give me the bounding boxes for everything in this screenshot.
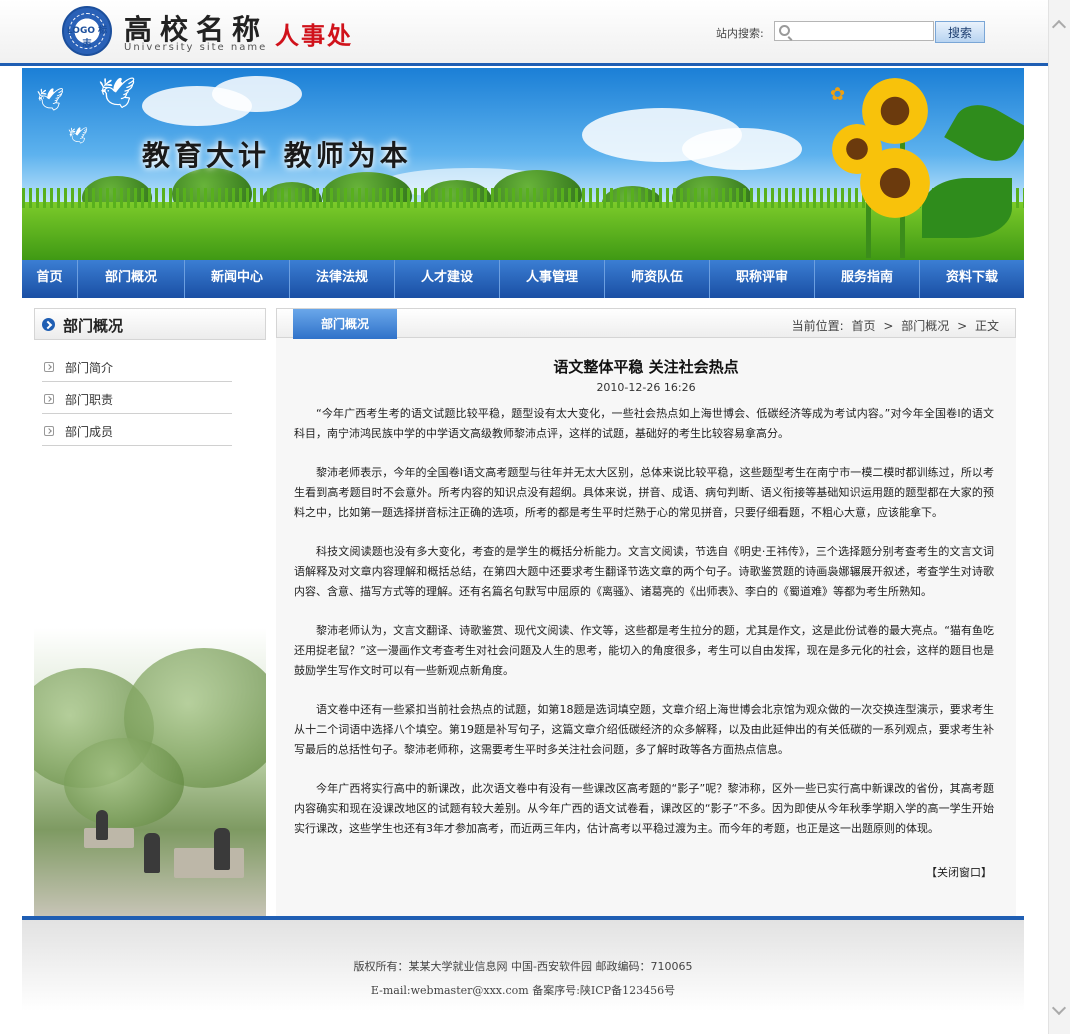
site-header: LOGO 标志 高校名称 University site name 人事处 站内… <box>0 0 1048 64</box>
nav-item-news[interactable]: 新闻中心 <box>185 260 290 298</box>
breadcrumb-prefix: 当前位置: <box>791 319 844 333</box>
leaf <box>922 178 1012 238</box>
nav-item-faculty[interactable]: 师资队伍 <box>605 260 710 298</box>
article-paragraph: “今年广西考生考的语文试题比较平稳，题型设有太大变化，一些社会热点如上海世博会、… <box>294 407 994 440</box>
article-paragraph: 黎沛老师表示，今年的全国卷Ⅰ语文高考题型与往年并无太大区别，总体来说比较平稳，这… <box>294 466 994 519</box>
search-box[interactable] <box>774 21 934 41</box>
sidebar-item-label: 部门职责 <box>65 393 114 407</box>
nav-item-service-guide[interactable]: 服务指南 <box>815 260 920 298</box>
nav-item-dept-overview[interactable]: 部门概况 <box>78 260 185 298</box>
article-paragraph: 今年广西将实行高中的新课改，此次语文卷中有没有一些课改区高考题的“影子”呢？黎沛… <box>294 782 994 835</box>
breadcrumb-separator: > <box>957 319 968 333</box>
logo-seal-text: LOGO 标志 <box>66 26 108 49</box>
dove-icon: 🕊 <box>36 88 64 113</box>
breadcrumb-bar: 部门概况 当前位置: 首页 > 部门概况 > 正文 <box>276 308 1016 339</box>
breadcrumb: 当前位置: 首页 > 部门概况 > 正文 <box>790 317 1001 334</box>
scroll-up-icon[interactable] <box>1051 19 1067 35</box>
article-body: “今年广西考生考的语文试题比较平稳，题型设有太大变化，一些社会热点如上海世博会、… <box>294 404 994 858</box>
arrow-box-icon <box>44 394 54 404</box>
dove-icon: 🕊 <box>68 126 89 145</box>
close-window-link[interactable]: 【关闭窗口】 <box>926 864 992 880</box>
circle-arrow-icon <box>42 318 55 331</box>
breadcrumb-current: 正文 <box>974 319 999 333</box>
search-button[interactable]: 搜索 <box>935 21 985 43</box>
arrow-box-icon <box>44 362 54 372</box>
article-title: 语文整体平稳 关注社会热点 <box>553 358 739 376</box>
breadcrumb-separator: > <box>883 319 894 333</box>
sidebar: 部门概况 部门简介 部门职责 部门成员 <box>34 308 266 916</box>
search-icon <box>779 25 790 36</box>
nav-item-downloads[interactable]: 资料下载 <box>920 260 1024 298</box>
person <box>96 810 108 840</box>
banner-image: 🕊 🕊 🕊 ✿ 教育大计 教师为本 <box>22 68 1024 260</box>
nav-item-laws[interactable]: 法律法规 <box>290 260 395 298</box>
footer-copyright: 版权所有：某某大学就业信息网 中国-西安软件园 邮政编码：710065 <box>353 960 693 973</box>
bench <box>174 848 244 878</box>
sidebar-item-label: 部门简介 <box>65 361 114 375</box>
site-logo[interactable]: LOGO 标志 高校名称 University site name 人事处 <box>62 6 362 58</box>
page-scrollbar[interactable] <box>1048 0 1070 1034</box>
search-label: 站内搜索: <box>716 27 764 40</box>
logo-seal-icon: LOGO 标志 <box>62 6 112 56</box>
main-content: 部门概况 当前位置: 首页 > 部门概况 > 正文 语文整体平稳 关注社会热点 … <box>276 308 1016 916</box>
tree <box>64 738 184 828</box>
cloud <box>682 128 802 170</box>
sidebar-item-label: 部门成员 <box>65 425 114 439</box>
breadcrumb-home[interactable]: 首页 <box>852 319 876 333</box>
sunflower <box>862 78 928 144</box>
breadcrumb-dept-overview[interactable]: 部门概况 <box>901 319 949 333</box>
sunflower <box>860 148 930 218</box>
article-paragraph: 黎沛老师认为，文言文翻译、诗歌鉴赏、现代文阅读、作文等，这些都是考生拉分的题，尤… <box>294 624 994 677</box>
sidebar-header: 部门概况 <box>34 308 266 340</box>
article-paragraph: 科技文阅读题也没有多大变化，考查的是学生的概括分析能力。文言文阅读，节选自《明史… <box>294 545 994 598</box>
article-date: 2010-12-26 16:26 <box>596 381 696 394</box>
sidebar-item-dept-members[interactable]: 部门成员 <box>42 414 232 446</box>
bench <box>84 828 134 848</box>
nav-item-home[interactable]: 首页 <box>22 260 78 298</box>
nav-item-personnel[interactable]: 人事管理 <box>500 260 605 298</box>
leaf <box>944 93 1024 173</box>
sidebar-item-dept-duties[interactable]: 部门职责 <box>42 382 232 414</box>
arrow-box-icon <box>44 426 54 436</box>
header-divider <box>0 63 1048 66</box>
department-name: 人事处 <box>275 21 353 50</box>
dove-icon: 🕊 <box>98 76 137 111</box>
person <box>144 833 160 873</box>
site-subtitle: University site name <box>124 42 268 53</box>
search-input[interactable] <box>795 23 931 39</box>
sidebar-item-dept-intro[interactable]: 部门简介 <box>42 350 232 382</box>
person <box>214 828 230 870</box>
footer-contact: E-mail:webmaster@xxx.com 备案序号:陕ICP备12345… <box>370 984 676 997</box>
main-nav: 首页 部门概况 新闻中心 法律法规 人才建设 人事管理 师资队伍 职称评审 服务… <box>22 260 1024 298</box>
banner-slogan: 教育大计 教师为本 <box>142 139 412 172</box>
butterfly-icon: ✿ <box>830 84 846 105</box>
nav-item-talent[interactable]: 人才建设 <box>395 260 500 298</box>
cloud <box>212 76 302 112</box>
nav-item-title-review[interactable]: 职称评审 <box>710 260 815 298</box>
article-paragraph: 语文卷中还有一些紧扣当前社会热点的试题，如第18题是选词填空题，文章介绍上海世博… <box>294 703 994 756</box>
site-footer: 版权所有：某某大学就业信息网 中国-西安软件园 邮政编码：710065 E-ma… <box>22 920 1024 1034</box>
section-tab[interactable]: 部门概况 <box>293 309 397 339</box>
scroll-down-icon[interactable] <box>1051 1000 1067 1016</box>
campus-photo <box>34 628 266 916</box>
sidebar-title: 部门概况 <box>63 317 124 335</box>
sidebar-list: 部门简介 部门职责 部门成员 <box>42 350 232 446</box>
